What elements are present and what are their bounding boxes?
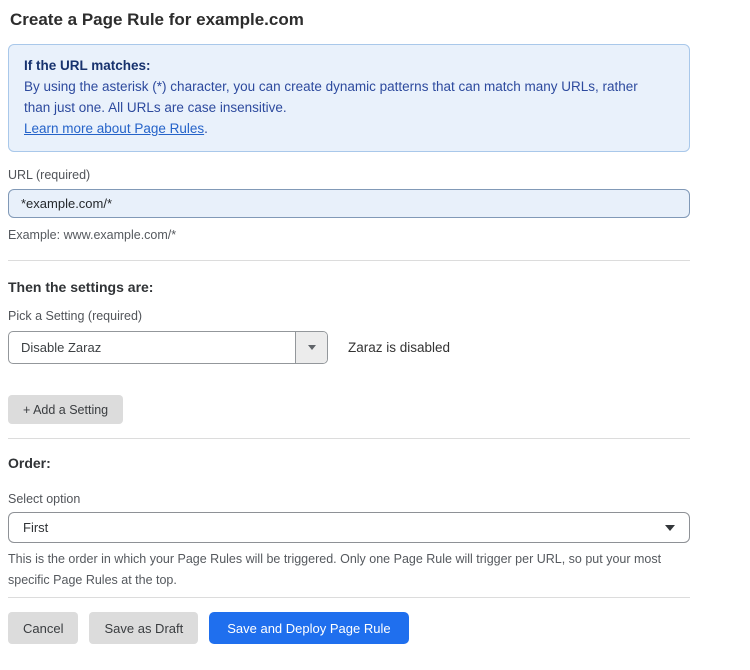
info-box-body: By using the asterisk (*) character, you… <box>24 76 664 118</box>
order-select[interactable]: First <box>8 512 690 543</box>
save-draft-button[interactable]: Save as Draft <box>89 612 198 644</box>
url-input[interactable] <box>8 189 690 218</box>
pick-setting-label: Pick a Setting (required) <box>8 309 690 323</box>
order-help-text: This is the order in which your Page Rul… <box>8 549 680 591</box>
url-match-info-box: If the URL matches: By using the asteris… <box>8 44 690 152</box>
order-select-label: Select option <box>8 492 690 506</box>
setting-row: Disable Zaraz Zaraz is disabled <box>8 331 690 364</box>
footer-actions: Cancel Save as Draft Save and Deploy Pag… <box>8 612 690 644</box>
cancel-button[interactable]: Cancel <box>8 612 78 644</box>
info-box-heading: If the URL matches: <box>24 55 674 76</box>
divider <box>8 597 690 598</box>
order-select-value: First <box>23 520 48 535</box>
save-deploy-button[interactable]: Save and Deploy Page Rule <box>209 612 408 644</box>
chevron-down-icon <box>665 525 675 531</box>
setting-select[interactable]: Disable Zaraz <box>8 331 328 364</box>
add-setting-button[interactable]: + Add a Setting <box>8 395 123 424</box>
setting-select-arrow-button[interactable] <box>295 332 327 363</box>
info-link-row: Learn more about Page Rules. <box>24 118 674 139</box>
page-rule-form: Create a Page Rule for example.com If th… <box>0 0 750 644</box>
divider <box>8 260 690 261</box>
settings-section-heading: Then the settings are: <box>8 279 690 295</box>
url-field-label: URL (required) <box>8 168 690 182</box>
chevron-down-icon <box>308 345 316 350</box>
divider <box>8 438 690 439</box>
page-title: Create a Page Rule for example.com <box>8 10 690 30</box>
url-example-hint: Example: www.example.com/* <box>8 225 690 246</box>
link-suffix: . <box>204 121 208 136</box>
order-section-heading: Order: <box>8 455 690 471</box>
learn-more-link[interactable]: Learn more about Page Rules <box>24 121 204 136</box>
setting-select-value: Disable Zaraz <box>9 332 295 363</box>
setting-status-text: Zaraz is disabled <box>348 340 450 355</box>
